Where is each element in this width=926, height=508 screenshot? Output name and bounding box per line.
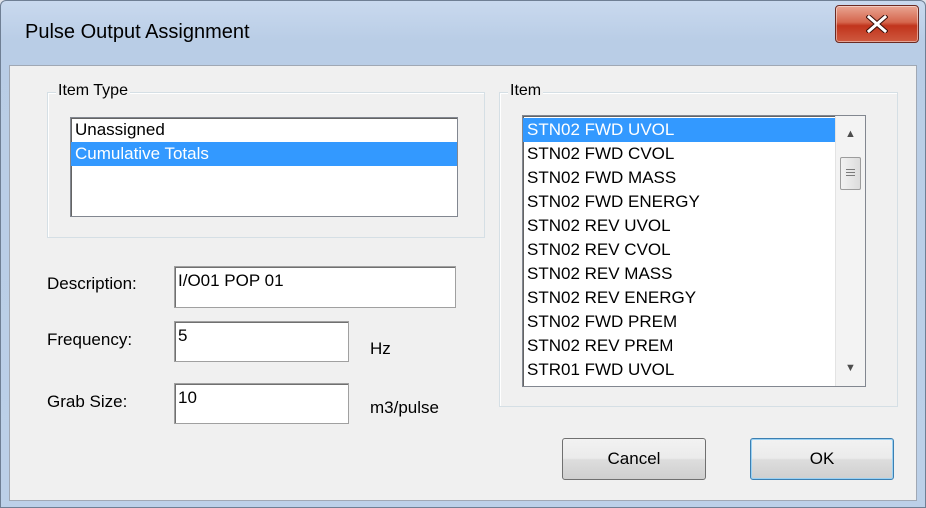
- title-bar[interactable]: Pulse Output Assignment: [1, 1, 925, 65]
- list-item[interactable]: STN02 REV MASS: [523, 262, 836, 286]
- grab-size-unit: m3/pulse: [370, 398, 439, 417]
- list-item[interactable]: STN02 REV UVOL: [523, 214, 836, 238]
- list-item[interactable]: STN02 REV ENERGY: [523, 286, 836, 310]
- item-listbox[interactable]: STN02 FWD UVOL STN02 FWD CVOL STN02 FWD MA…: [522, 115, 866, 387]
- close-button[interactable]: [835, 5, 919, 43]
- list-item[interactable]: STR01 FWD UVOL: [523, 358, 836, 382]
- window-title: Pulse Output Assignment: [25, 21, 250, 43]
- description-field[interactable]: I/O01 POP 01: [174, 266, 456, 308]
- item-list-rows: STN02 FWD UVOL STN02 FWD CVOL STN02 FWD MA…: [523, 118, 836, 382]
- scroll-down-arrow-icon[interactable]: ▼: [836, 356, 865, 380]
- dialog-client-area: Item Type Unassigned Cumulative Totals It…: [9, 65, 917, 501]
- item-list-scrollbar[interactable]: ▲ ▼: [835, 116, 865, 386]
- list-item[interactable]: STN02 REV CVOL: [523, 238, 836, 262]
- list-item[interactable]: STN02 FWD ENERGY: [523, 190, 836, 214]
- scrollbar-grip-line: [846, 175, 855, 176]
- list-item[interactable]: STN02 FWD CVOL: [523, 142, 836, 166]
- item-type-group-label: Item Type: [56, 81, 130, 101]
- list-item[interactable]: Unassigned: [71, 118, 457, 142]
- list-item[interactable]: STN02 FWD UVOL: [523, 118, 836, 142]
- list-item[interactable]: Cumulative Totals: [71, 142, 457, 166]
- cancel-button[interactable]: Cancel: [562, 438, 706, 480]
- frequency-label: Frequency:: [47, 330, 133, 349]
- scroll-up-arrow-icon[interactable]: ▲: [836, 122, 865, 146]
- ok-button[interactable]: OK: [750, 438, 894, 480]
- item-group-label: Item: [508, 81, 544, 101]
- item-group: Item STN02 FWD UVOL STN02 FWD CVOL STN02 F…: [499, 81, 898, 407]
- description-label: Description:: [47, 274, 137, 293]
- list-item[interactable]: STN02 REV PREM: [523, 334, 836, 358]
- item-type-group: Item Type Unassigned Cumulative Totals: [47, 81, 485, 238]
- grab-size-label: Grab Size:: [47, 392, 128, 411]
- frequency-field[interactable]: 5: [174, 321, 349, 362]
- grab-size-field[interactable]: 10: [174, 383, 349, 424]
- scrollbar-thumb-grip-icon: [846, 169, 855, 170]
- list-item[interactable]: STN02 FWD PREM: [523, 310, 836, 334]
- item-type-listbox[interactable]: Unassigned Cumulative Totals: [70, 117, 458, 217]
- close-icon: [866, 15, 888, 33]
- scrollbar-grip-line: [846, 172, 855, 173]
- frequency-unit: Hz: [370, 339, 391, 358]
- scrollbar-thumb[interactable]: [840, 157, 861, 190]
- list-item[interactable]: STN02 FWD MASS: [523, 166, 836, 190]
- dialog-window: Pulse Output Assignment Item Type Unassi…: [0, 0, 926, 508]
